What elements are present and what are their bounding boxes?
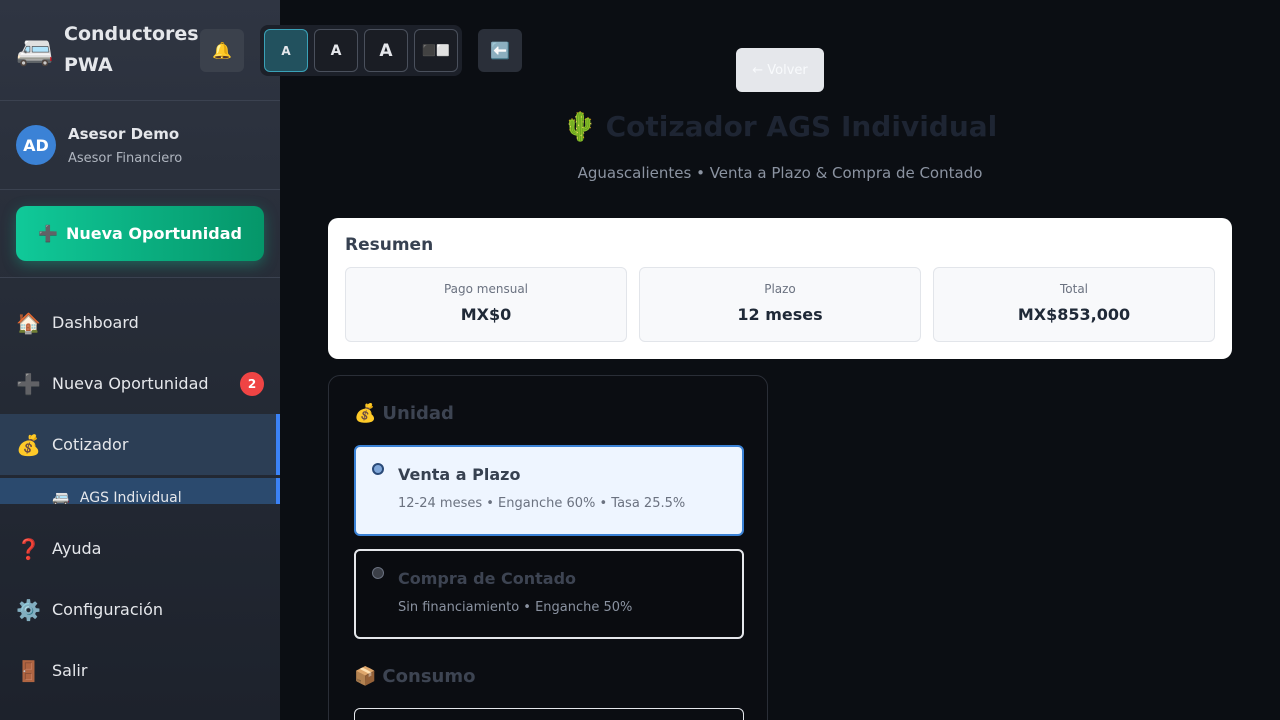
sidebar-item-label: Salir (52, 661, 88, 680)
new-opportunity-label: Nueva Oportunidad (65, 224, 242, 243)
package-icon: 📦 (354, 666, 377, 687)
quote-form-panel: 💰 Unidad Venta a Plazo 12-24 meses • Enga… (328, 375, 768, 720)
sidebar-item-label: Nueva Oportunidad (52, 374, 209, 393)
page-subtitle: Aguascalientes • Venta a Plazo & Compra … (577, 164, 983, 182)
stat-monthly-payment: Pago mensual MX$0 (345, 267, 627, 342)
section-title-consumo: 📦 Consumo (354, 666, 475, 687)
app-title: Conductores PWA (64, 23, 199, 76)
left-arrow-icon: ⬅️ (490, 41, 510, 60)
contrast-toggle-button[interactable]: ⬛⬜ (414, 29, 458, 72)
option-venta-a-plazo[interactable]: Venta a Plazo 12-24 meses • Enganche 60%… (354, 445, 744, 536)
radio-unselected[interactable] (372, 567, 384, 579)
font-size-small-button[interactable]: A (264, 29, 308, 72)
stat-value: 12 meses (737, 305, 823, 324)
stat-value: MX$0 (460, 305, 512, 324)
page-title-text: Cotizador AGS Individual (605, 110, 998, 143)
plus-icon: ➕ (16, 371, 41, 396)
sidebar-subitem-label: AGS Individual (79, 490, 182, 504)
sidebar-item-configuracion[interactable]: ⚙️ Configuración (0, 579, 280, 640)
sidebar-item-cotizador[interactable]: 💰 Cotizador (0, 414, 280, 475)
font-size-medium-button[interactable]: A (314, 29, 358, 72)
cactus-icon: 🌵 (562, 110, 598, 143)
stat-label: Pago mensual (443, 282, 529, 296)
notification-badge: 2 (240, 371, 264, 396)
option-title: Compra de Contado (398, 569, 577, 588)
stat-value: MX$853,000 (1017, 305, 1131, 324)
new-opportunity-button[interactable]: ➕ Nueva Oportunidad (16, 206, 264, 261)
cta-section: ➕ Nueva Oportunidad (0, 190, 280, 278)
bell-icon: 🔔 (212, 41, 232, 60)
option-compra-de-contado[interactable]: Compra de Contado Sin financiamiento • E… (354, 549, 744, 639)
section-title-text: Unidad (382, 403, 454, 424)
sidebar-item-label: Configuración (52, 600, 164, 619)
option-title: Venta a Plazo (398, 465, 521, 484)
sidebar-item-ayuda[interactable]: ❓ Ayuda (0, 518, 280, 579)
summary-card: Resumen Pago mensual MX$0 Plazo 12 meses… (328, 218, 1232, 359)
plus-icon: ➕ (38, 224, 58, 243)
option-description: 12-24 meses • Enganche 60% • Tasa 25.5% (398, 496, 686, 511)
door-icon: 🚪 (16, 658, 41, 683)
radio-selected[interactable] (372, 463, 384, 475)
font-size-large-button[interactable]: A (364, 29, 408, 72)
stat-label: Plazo (764, 282, 796, 296)
money-bag-icon: 💰 (354, 403, 377, 424)
van-icon: 🚐 (52, 490, 70, 504)
van-icon: 🚐 (16, 32, 54, 68)
font-size-controls: A A A ⬛⬜ (260, 25, 462, 76)
sidebar-nav-bottom: ❓ Ayuda ⚙️ Configuración 🚪 Salir (0, 518, 280, 701)
volver-button[interactable]: ← Volver (736, 48, 824, 92)
summary-title: Resumen (345, 235, 434, 255)
notifications-button[interactable]: 🔔 (200, 29, 244, 72)
section-title-unidad: 💰 Unidad (354, 403, 454, 424)
sidebar-item-label: Cotizador (52, 435, 129, 454)
home-icon: 🏠 (16, 310, 41, 335)
page-title: 🌵 Cotizador AGS Individual (0, 110, 1280, 143)
sidebar-item-label: Dashboard (52, 313, 139, 332)
sidebar-item-dashboard[interactable]: 🏠 Dashboard (0, 292, 280, 353)
back-arrow-button[interactable]: ⬅️ (478, 29, 522, 72)
sidebar-subitem-ags-individual[interactable]: 🚐 AGS Individual (0, 478, 280, 504)
section-title-text: Consumo (382, 666, 476, 687)
consumo-option[interactable] (354, 708, 744, 720)
sidebar-item-salir[interactable]: 🚪 Salir (0, 640, 280, 701)
option-description: Sin financiamiento • Enganche 50% (398, 600, 633, 615)
gear-icon: ⚙️ (16, 597, 41, 622)
sidebar-item-nueva-oportunidad[interactable]: ➕ Nueva Oportunidad 2 (0, 353, 280, 414)
stat-label: Total (1059, 282, 1089, 296)
sidebar-nav: 🏠 Dashboard ➕ Nueva Oportunidad 2 💰 Coti… (0, 292, 280, 475)
money-bag-icon: 💰 (16, 432, 41, 457)
contrast-icon: ⬛⬜ (422, 44, 450, 57)
stat-term: Plazo 12 meses (639, 267, 921, 342)
sidebar: 🚐 Conductores PWA AD Asesor Demo Asesor … (0, 0, 280, 720)
question-icon: ❓ (16, 536, 41, 561)
sidebar-item-label: Ayuda (52, 539, 102, 558)
stat-total: Total MX$853,000 (933, 267, 1215, 342)
